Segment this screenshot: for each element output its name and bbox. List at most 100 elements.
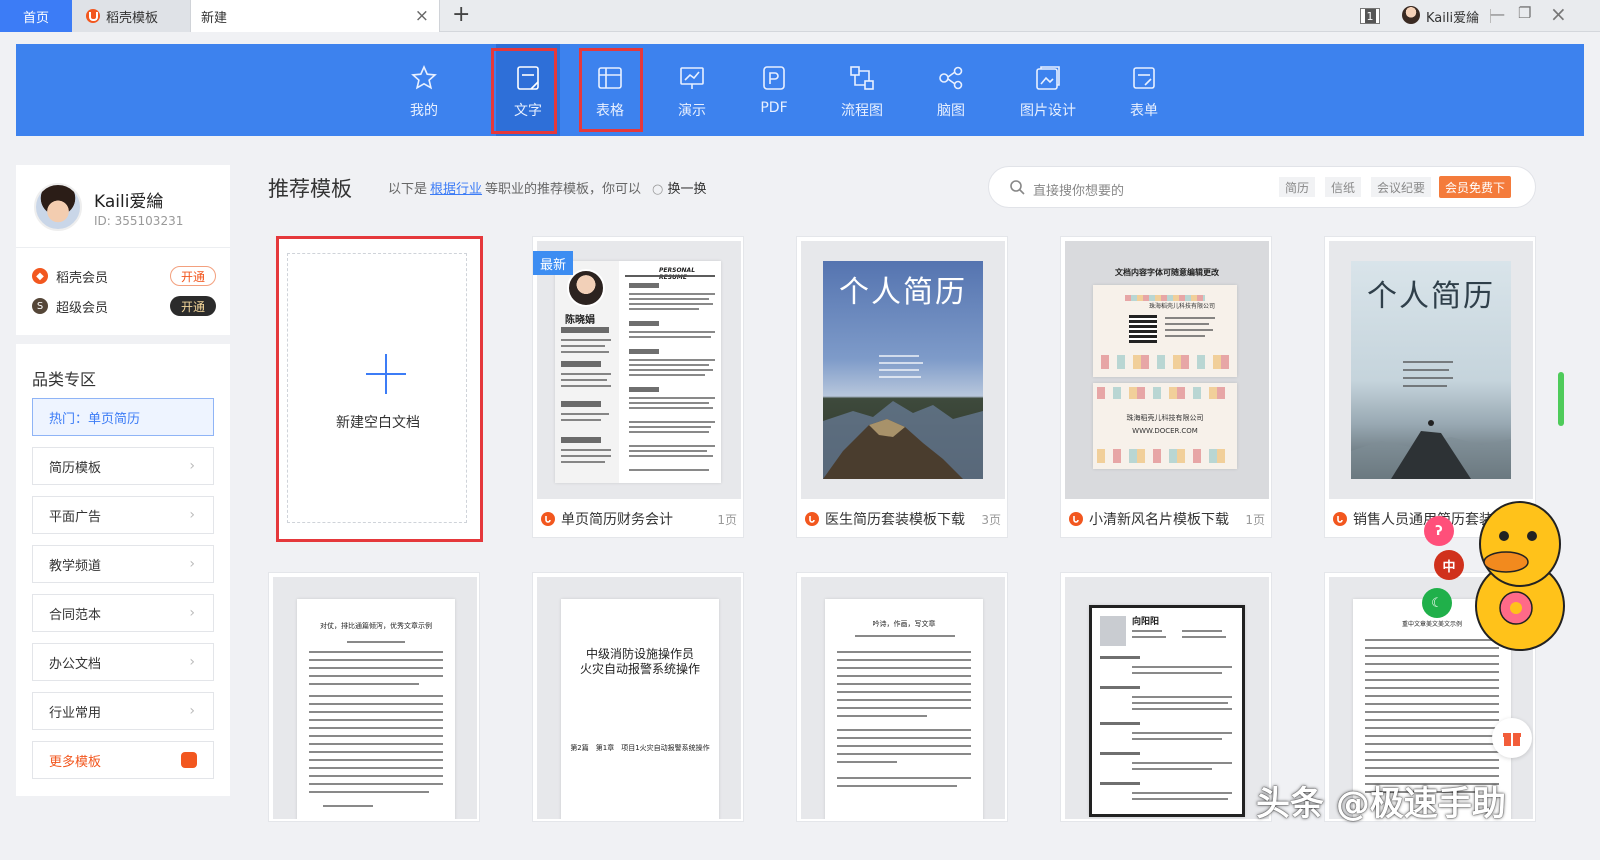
search-chip-letter[interactable]: 信纸	[1325, 177, 1362, 197]
toolbar-divider	[492, 70, 493, 110]
subtitle-text: 以下是	[388, 182, 428, 197]
category-label: 平面广告	[49, 509, 102, 525]
close-window-icon[interactable]: ×	[1550, 2, 1567, 26]
user-name: Kaili爱綸	[94, 192, 164, 212]
avatar[interactable]	[34, 183, 82, 231]
search-chip-resume[interactable]: 简历	[1279, 177, 1316, 197]
template-card[interactable]: 文档内容字体可随意编辑更改 珠海稻壳儿科技有限公司 珠海稻壳儿科技有限公司 WW…	[1060, 236, 1272, 538]
vip-free-download-button[interactable]: 会员免费下	[1439, 176, 1511, 198]
template-card[interactable]: 吟诗，作画，写文章	[796, 572, 1008, 822]
watermark-text: 头条 @极速手助	[1256, 784, 1506, 824]
fire-doc-page: 中级消防设施操作员 火灾自动报警系统操作 第2篇 第1章 项目1火灾自动报警系统…	[561, 599, 719, 819]
super-member-row: S 超级会员 开通	[32, 295, 216, 317]
tool-form[interactable]: 表单	[1112, 44, 1176, 136]
new-badge: 最新	[533, 251, 573, 275]
user-profile-panel: Kaili爱綸 ID: 355103231 ◆ 稻壳会员 开通 S 超级会员 开…	[16, 165, 230, 335]
tab-new-label: 新建	[201, 10, 228, 26]
tab-docer[interactable]: 稻壳模板	[72, 0, 190, 32]
add-tab-icon[interactable]: +	[452, 2, 470, 27]
category-item-teaching[interactable]: 教学频道 ›	[32, 545, 214, 583]
docer-member-open-button[interactable]: 开通	[170, 266, 216, 286]
tab-count-badge[interactable]: 1	[1360, 8, 1380, 24]
tab-count-value: 1	[1364, 9, 1376, 23]
user-avatar-small[interactable]	[1402, 6, 1420, 24]
category-item-industry[interactable]: 行业常用 ›	[32, 692, 214, 730]
presentation-icon	[678, 64, 706, 92]
resume-page: 向阳阳	[1089, 605, 1245, 817]
tool-writer[interactable]: 文字	[496, 44, 560, 136]
duck-mascot[interactable]	[1466, 496, 1566, 656]
tool-image-design[interactable]: 图片设计	[1016, 44, 1080, 136]
docer-logo-icon	[1069, 512, 1083, 526]
tab-home[interactable]: 首页	[0, 0, 72, 32]
super-member-icon: S	[32, 298, 48, 314]
image-design-icon	[1034, 64, 1062, 92]
template-card[interactable]: 个人简历 医生简历套装模板下载 3页	[796, 236, 1008, 538]
app-type-toolbar: 我的 文字 表格 演示 PDF 流程图 脑图 图片设计 表单	[16, 44, 1584, 136]
template-thumbnail: 个人简历	[1329, 241, 1533, 499]
template-card[interactable]: 对仗，排比通篇倾泻，优秀文章示例	[268, 572, 480, 822]
divider	[16, 247, 230, 248]
docer-member-icon: ◆	[32, 268, 48, 284]
tool-label: 脑图	[937, 103, 965, 119]
category-item-office[interactable]: 办公文档 ›	[32, 643, 214, 681]
tab-docer-label: 稻壳模板	[106, 10, 159, 26]
template-card[interactable]: 最新 陈晓娟 PERSONAL RESUME 单页简历财务会计 1页	[532, 236, 744, 538]
category-label: 热门：单页简历	[49, 411, 141, 427]
search-input[interactable]: 直接搜你想要的	[1033, 180, 1124, 199]
tool-label: PDF	[760, 100, 788, 116]
tool-pdf[interactable]: PDF	[742, 44, 806, 136]
template-thumbnail: 对仗，排比通篇倾泻，优秀文章示例	[273, 577, 477, 819]
chevron-right-icon: ›	[189, 703, 195, 719]
mountain-image	[823, 401, 983, 479]
industry-link[interactable]: 根据行业	[430, 178, 482, 197]
poster-page: 个人简历	[1351, 261, 1511, 479]
article-heading: 对仗，排比通篇倾泻，优秀文章示例	[320, 622, 432, 630]
fire-doc-heading: 中级消防设施操作员 火灾自动报警系统操作	[579, 647, 700, 676]
star-icon	[410, 64, 438, 92]
namecard-web: WWW.DOCER.COM	[1132, 427, 1198, 435]
member-label: 超级会员	[56, 300, 109, 316]
chevron-right-icon: ›	[189, 654, 195, 670]
close-tab-icon[interactable]: ×	[415, 6, 429, 26]
template-card[interactable]: 中级消防设施操作员 火灾自动报警系统操作 第2篇 第1章 项目1火灾自动报警系统…	[532, 572, 744, 822]
template-caption: 医生简历套装模板下载 3页	[805, 509, 1001, 529]
minimize-icon[interactable]: —	[1490, 5, 1505, 23]
emoji-float-icon[interactable]: ʔ	[1424, 516, 1454, 546]
scrollbar-thumb[interactable]	[1558, 372, 1564, 426]
template-card[interactable]: 向阳阳	[1060, 572, 1272, 822]
category-item-contract[interactable]: 合同范本 ›	[32, 594, 214, 632]
poetry-heading: 吟诗，作画，写文章	[872, 620, 936, 628]
moon-float-icon[interactable]: ☾	[1422, 588, 1452, 618]
tool-label: 演示	[678, 103, 706, 119]
tool-flowchart[interactable]: 流程图	[830, 44, 894, 136]
docer-logo-icon	[181, 752, 197, 768]
chinese-input-icon[interactable]: 中	[1434, 550, 1464, 580]
template-title: 医生简历套装模板下载	[825, 512, 965, 528]
category-label: 合同范本	[49, 607, 102, 623]
restore-icon[interactable]: ❐	[1518, 4, 1531, 22]
search-chip-minutes[interactable]: 会议纪要	[1371, 177, 1432, 197]
tool-presentation[interactable]: 演示	[660, 44, 724, 136]
user-name-small[interactable]: Kaili爱綸	[1426, 7, 1479, 26]
template-card[interactable]: 个人简历 销售人员通用简历套装	[1324, 236, 1536, 538]
tool-spreadsheet[interactable]: 表格	[578, 44, 642, 136]
gift-icon[interactable]	[1492, 718, 1532, 758]
category-item-hot[interactable]: 热门：单页简历	[32, 398, 214, 436]
tab-new[interactable]: 新建 ×	[190, 0, 440, 32]
user-id: ID: 355103231	[94, 214, 184, 228]
chevron-right-icon: ›	[189, 458, 195, 474]
category-item-ads[interactable]: 平面广告 ›	[32, 496, 214, 534]
template-pages: 1页	[717, 512, 737, 527]
template-search[interactable]: 直接搜你想要的 简历 信纸 会议纪要 会员免费下	[988, 166, 1536, 208]
subtitle-text: 等职业的推荐模板，你可以	[485, 182, 642, 197]
new-blank-document-card[interactable]: 新建空白文档	[276, 236, 483, 542]
tool-mine[interactable]: 我的	[392, 44, 456, 136]
refresh-button[interactable]: ○ 换一换	[652, 178, 707, 197]
tool-label: 我的	[410, 103, 438, 119]
category-item-resume[interactable]: 简历模板 ›	[32, 447, 214, 485]
category-item-more[interactable]: 更多模板	[32, 741, 214, 779]
super-member-open-button[interactable]: 开通	[170, 296, 216, 316]
category-label: 行业常用	[49, 705, 102, 721]
tool-mindmap[interactable]: 脑图	[919, 44, 983, 136]
